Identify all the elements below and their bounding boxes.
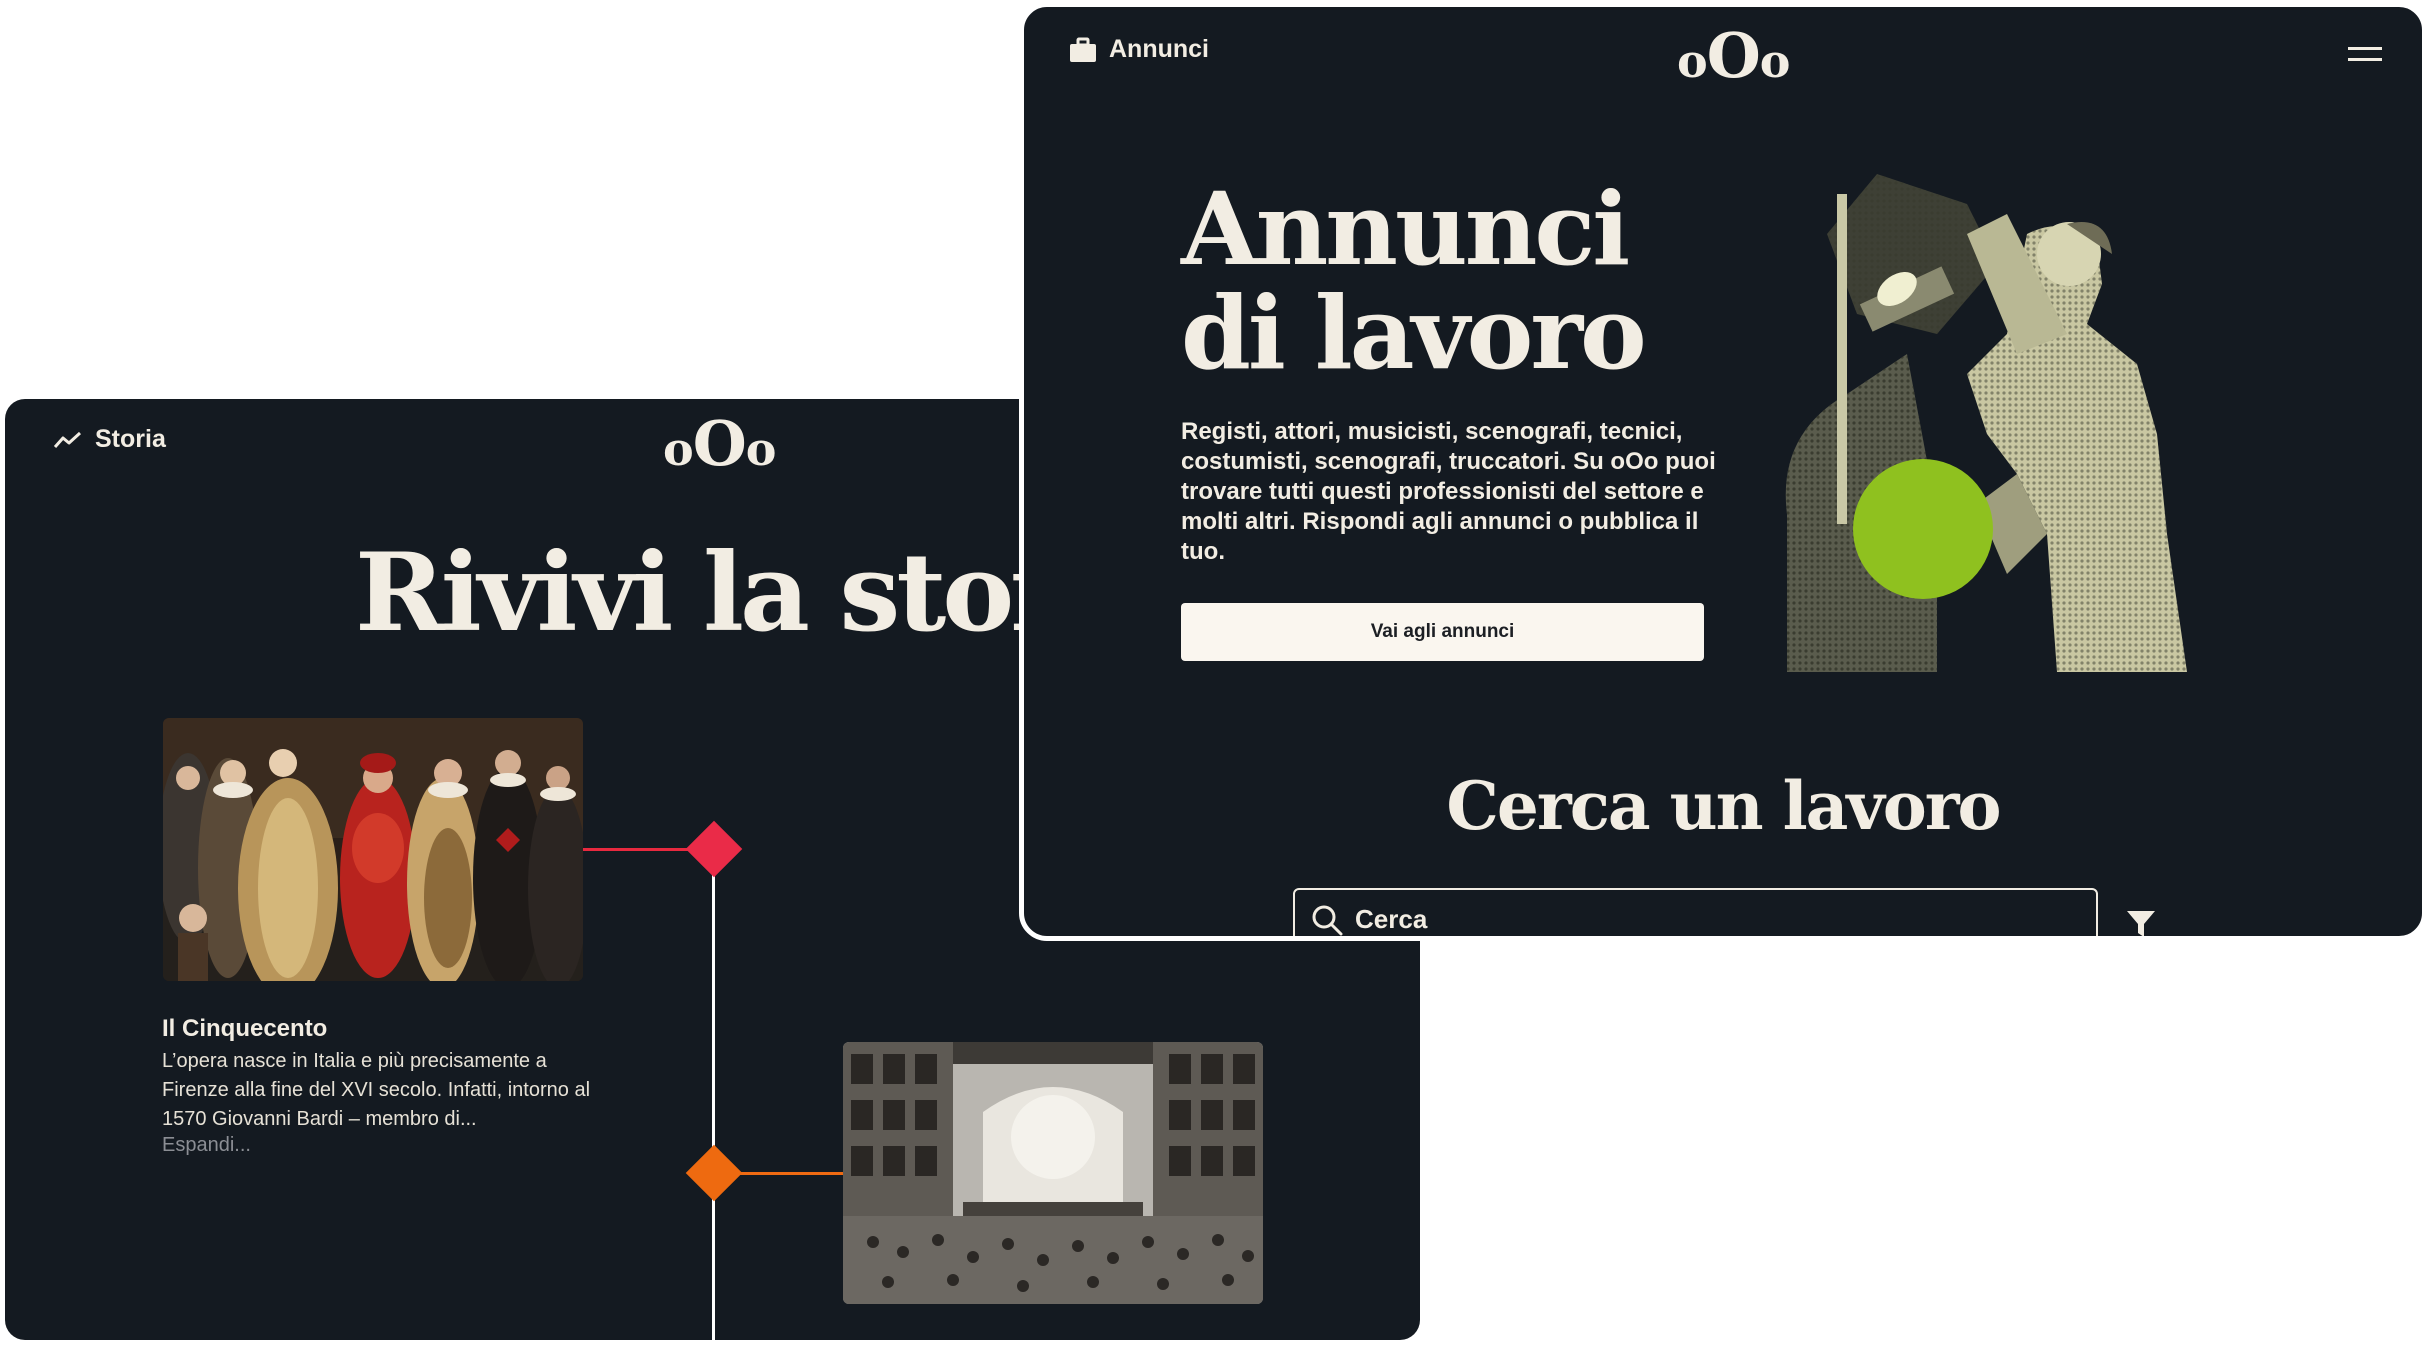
nav-annunci-label: Annunci	[1109, 35, 1209, 63]
page-title-line2: di lavoro	[1181, 274, 1647, 392]
search-input[interactable]	[1355, 904, 1955, 935]
hero-description: Registi, attori, musicisti, scenografi, …	[1181, 418, 1716, 565]
nav-storia[interactable]: Storia	[53, 425, 166, 454]
logo[interactable]: oOo	[1677, 25, 1791, 88]
timeline-line	[712, 848, 715, 1340]
page-title-line1: Annunci	[1181, 170, 1630, 288]
logo-middle: O	[1706, 19, 1761, 92]
section-title: Cerca un lavoro	[1446, 767, 2001, 845]
logo-right: o	[1759, 34, 1791, 88]
logo-middle: O	[692, 407, 747, 480]
nav-annunci[interactable]: Annunci	[1069, 35, 1209, 64]
timeline-item-title: Il Cinquecento	[162, 1015, 328, 1042]
theater-image[interactable]	[843, 1042, 1263, 1304]
trending-up-icon	[53, 431, 82, 448]
search-box[interactable]	[1293, 888, 2098, 936]
briefcase-icon	[1070, 37, 1096, 62]
worker-illustration	[1767, 174, 2209, 672]
logo-left: o	[663, 422, 694, 476]
painting-image[interactable]	[163, 718, 583, 981]
menu-icon[interactable]	[2348, 47, 2382, 61]
nav-storia-label: Storia	[95, 425, 166, 453]
timeline-connector	[583, 848, 701, 851]
timeline-marker[interactable]	[685, 1144, 743, 1202]
go-to-jobs-button[interactable]: Vai agli annunci	[1181, 603, 1704, 661]
timeline-item-text: L’opera nasce in Italia e più precisamen…	[162, 1050, 591, 1130]
page-title: Annunci di lavoro	[1181, 170, 1647, 392]
expand-link[interactable]: Espandi...	[162, 1134, 251, 1157]
logo-right: o	[745, 422, 777, 476]
logo[interactable]: oOo	[663, 413, 777, 476]
annunci-screen: Annunci oOo Annunci di lavoro Registi, a…	[1019, 2, 2427, 941]
timeline-marker[interactable]	[685, 820, 743, 878]
filter-icon[interactable]	[2126, 909, 2156, 939]
logo-left: o	[1677, 34, 1708, 88]
search-icon	[1312, 905, 1343, 936]
